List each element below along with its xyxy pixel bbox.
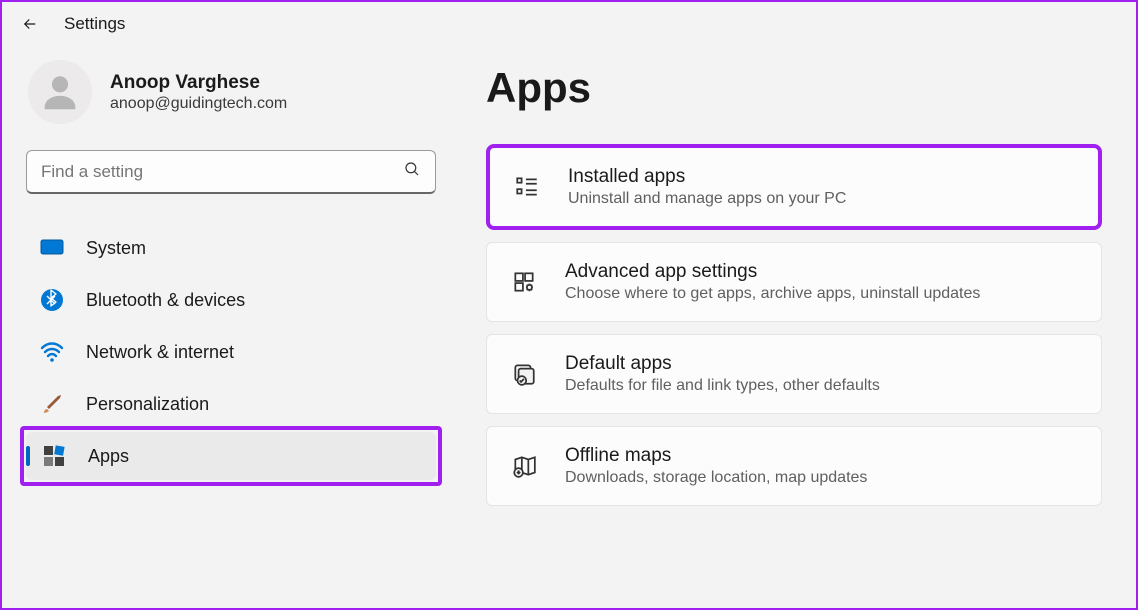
default-apps-icon [509,359,539,389]
nav-personalization[interactable]: Personalization [26,380,436,428]
card-title: Offline maps [565,445,867,467]
nav-network[interactable]: Network & internet [26,328,436,376]
user-profile[interactable]: Anoop Varghese anoop@guidingtech.com [26,60,436,150]
active-indicator [26,446,30,466]
card-desc: Uninstall and manage apps on your PC [568,190,846,208]
nav-system[interactable]: System [26,224,436,272]
profile-name: Anoop Varghese [110,72,287,94]
back-button[interactable] [20,14,40,34]
card-installed-apps[interactable]: Installed apps Uninstall and manage apps… [486,144,1102,230]
card-advanced-settings[interactable]: Advanced app settings Choose where to ge… [486,242,1102,322]
advanced-settings-icon [509,267,539,297]
nav-apps[interactable]: Apps [26,432,436,480]
nav-label: System [86,238,146,259]
nav-label: Network & internet [86,342,234,363]
card-desc: Downloads, storage location, map updates [565,469,867,487]
wifi-icon [40,340,64,364]
system-icon [40,236,64,260]
avatar [28,60,92,124]
profile-email: anoop@guidingtech.com [110,95,287,113]
search-icon [403,160,421,183]
card-default-apps[interactable]: Default apps Defaults for file and link … [486,334,1102,414]
nav-label: Personalization [86,394,209,415]
card-title: Advanced app settings [565,261,980,283]
offline-maps-icon [509,451,539,481]
card-desc: Defaults for file and link types, other … [565,377,880,395]
card-title: Default apps [565,353,880,375]
nav-label: Apps [88,446,129,467]
installed-apps-icon [512,172,542,202]
card-offline-maps[interactable]: Offline maps Downloads, storage location… [486,426,1102,506]
card-desc: Choose where to get apps, archive apps, … [565,285,980,303]
nav-label: Bluetooth & devices [86,290,245,311]
window-title: Settings [64,14,125,34]
search-field[interactable] [41,162,403,182]
apps-icon [42,444,66,468]
page-title: Apps [486,64,1102,112]
brush-icon [40,392,64,416]
bluetooth-icon [40,288,64,312]
search-input[interactable] [26,150,436,194]
nav-bluetooth[interactable]: Bluetooth & devices [26,276,436,324]
card-title: Installed apps [568,166,846,188]
